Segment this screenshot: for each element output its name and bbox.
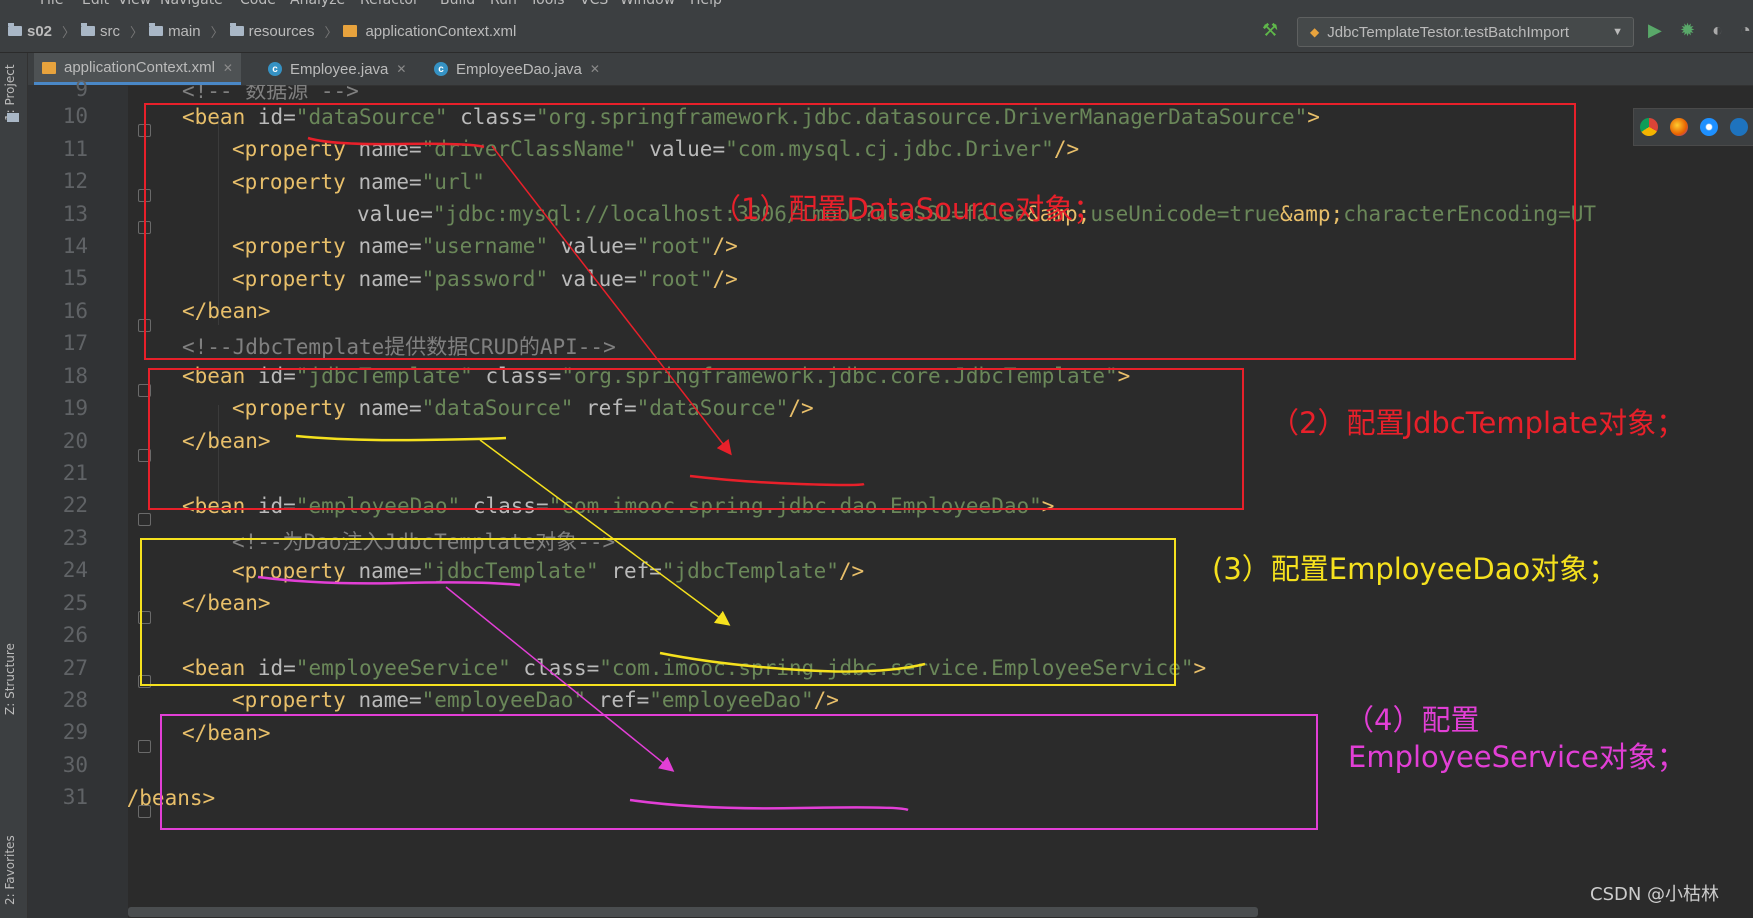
annotation-overlay	[257, 136, 926, 812]
underline-jdbctemplate-id	[295, 434, 507, 442]
underline-employeedao-ref	[629, 798, 909, 812]
arrow-employeedao	[445, 586, 675, 772]
horizontal-scrollbar[interactable]	[128, 907, 1258, 917]
watermark: CSDN @小枯林	[1590, 884, 1720, 905]
arrow-jdbctemplate	[479, 439, 731, 626]
underline-datasource-ref	[689, 474, 865, 487]
arrow-datasource	[491, 145, 732, 456]
underline-datasource-id	[307, 136, 485, 149]
underline-jdbctemplate-ref	[659, 651, 926, 673]
underline-employeedao-id	[257, 575, 521, 587]
